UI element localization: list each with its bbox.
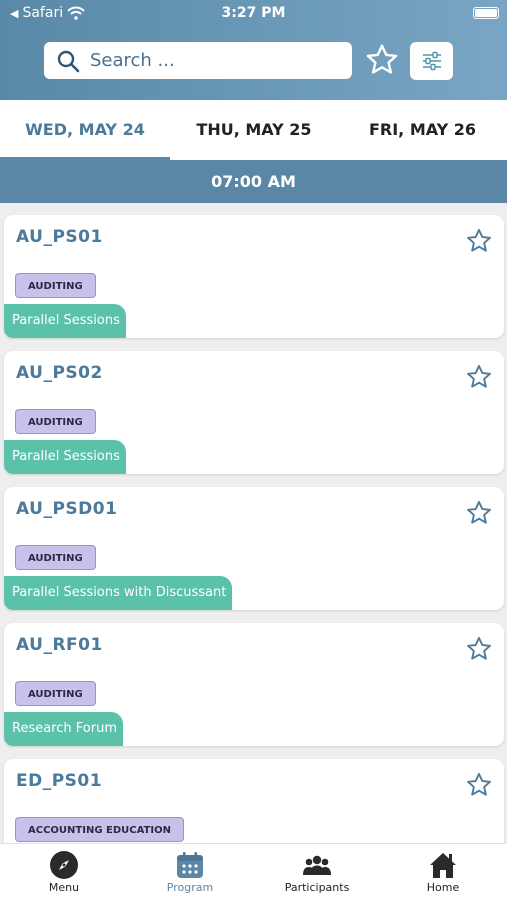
session-type-label: Parallel Sessions [4, 304, 126, 338]
sliders-icon [422, 51, 441, 71]
session-type-label: Research Forum [4, 712, 123, 746]
favorite-star-icon[interactable] [465, 363, 493, 391]
session-card[interactable]: ED_PS01 ACCOUNTING EDUCATION [4, 759, 504, 843]
topic-tag: AUDITING [15, 409, 96, 434]
topic-tag: AUDITING [15, 681, 96, 706]
nav-program[interactable]: Program [130, 844, 250, 901]
session-code: AU_PS02 [16, 363, 103, 383]
topic-tag: AUDITING [15, 273, 96, 298]
status-time: 3:27 PM [221, 5, 286, 21]
battery-icon [473, 7, 499, 19]
session-type-label: Parallel Sessions [4, 440, 126, 474]
status-bar: ◀ Safari 3:27 PM [0, 0, 507, 28]
favorite-star-icon[interactable] [465, 635, 493, 663]
tab-thu-may-25[interactable]: THU, MAY 25 [170, 100, 338, 160]
nav-home[interactable]: Home [383, 844, 503, 901]
people-icon [303, 855, 331, 875]
time-slot-header: 07:00 AM [0, 160, 507, 203]
nav-label-program: Program [166, 881, 214, 894]
session-code: AU_RF01 [16, 635, 103, 655]
favorite-star-icon[interactable] [465, 771, 493, 799]
day-tabs: WED, MAY 24 THU, MAY 25 FRI, MAY 26 [0, 100, 507, 160]
session-card[interactable]: AU_PS02 AUDITING Parallel Sessions [4, 351, 504, 474]
session-list: AU_PS01 AUDITING Parallel Sessions AU_PS… [0, 203, 507, 843]
app-header: ◀ Safari 3:27 PM Search ... [0, 0, 507, 100]
favorites-star-icon[interactable] [364, 42, 400, 78]
session-card[interactable]: AU_PS01 AUDITING Parallel Sessions [4, 215, 504, 338]
nav-menu[interactable]: Menu [4, 844, 124, 901]
nav-label-home: Home [426, 881, 460, 894]
nav-participants[interactable]: Participants [257, 844, 377, 901]
search-icon [57, 50, 80, 72]
session-code: AU_PS01 [16, 227, 103, 247]
bottom-nav: Menu Program Participants Home [0, 843, 507, 901]
session-code: AU_PSD01 [16, 499, 118, 519]
session-code: ED_PS01 [16, 771, 103, 791]
search-bar[interactable]: Search ... [44, 42, 352, 79]
calendar-icon [177, 852, 203, 878]
nav-label-menu: Menu [48, 881, 80, 894]
topic-tag: AUDITING [15, 545, 96, 570]
topic-tag: ACCOUNTING EDUCATION [15, 817, 184, 842]
nav-label-participants: Participants [284, 881, 350, 894]
tab-fri-may-26[interactable]: FRI, MAY 26 [338, 100, 507, 160]
filter-button[interactable] [410, 42, 453, 80]
session-card[interactable]: AU_RF01 AUDITING Research Forum [4, 623, 504, 746]
favorite-star-icon[interactable] [465, 227, 493, 255]
session-card[interactable]: AU_PSD01 AUDITING Parallel Sessions with… [4, 487, 504, 610]
search-input[interactable]: Search ... [90, 50, 175, 71]
session-type-label: Parallel Sessions with Discussant [4, 576, 233, 610]
home-icon [430, 853, 456, 878]
compass-icon [50, 851, 78, 879]
tab-wed-may-24[interactable]: WED, MAY 24 [0, 100, 170, 160]
favorite-star-icon[interactable] [465, 499, 493, 527]
